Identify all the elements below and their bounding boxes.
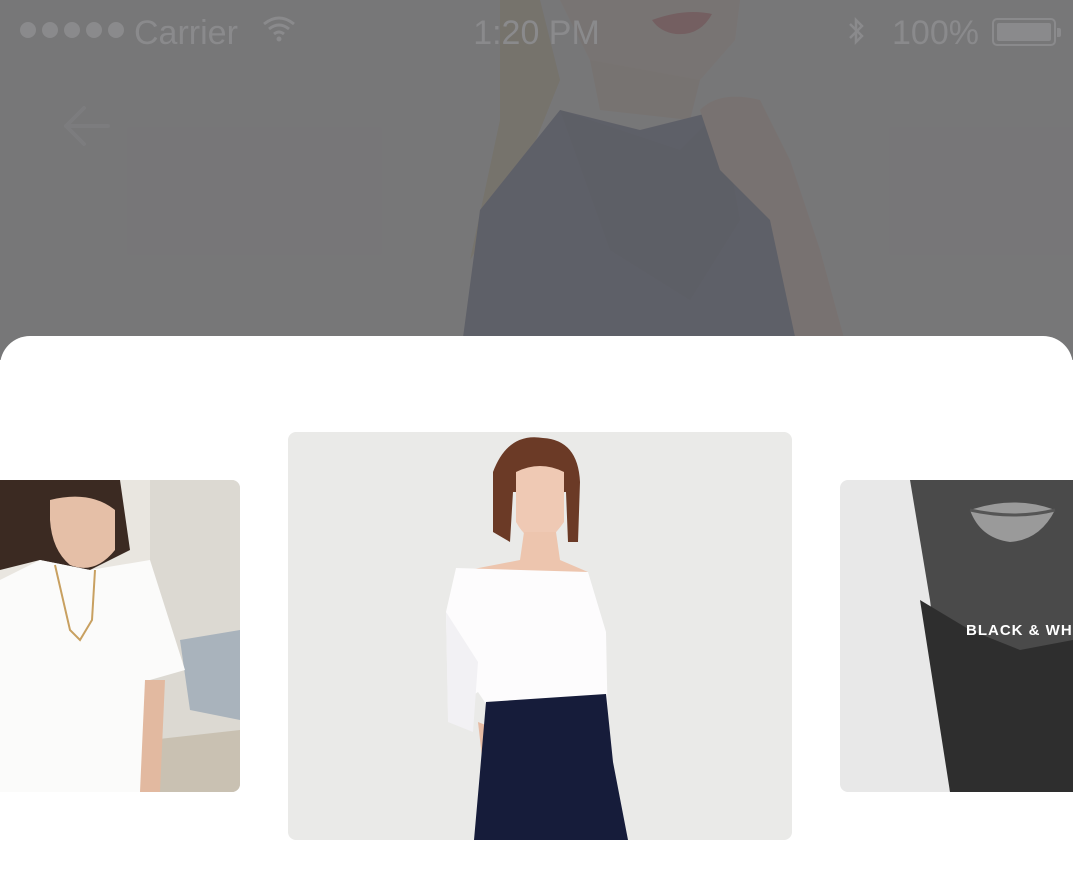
- product-image-off-shoulder-top: [288, 432, 792, 840]
- product-image-white-blouse: [0, 480, 240, 792]
- battery-percentage: 100%: [892, 14, 979, 52]
- back-button[interactable]: [56, 96, 116, 156]
- carousel-card-current[interactable]: [288, 432, 792, 840]
- bluetooth-icon: [846, 14, 866, 56]
- card-caption: BLACK & WHI: [966, 622, 1073, 639]
- bottom-sheet: BLACK & WHI: [0, 336, 1073, 876]
- carousel-card-previous[interactable]: [0, 480, 240, 792]
- arrow-left-icon: [64, 106, 110, 146]
- carousel-card-next[interactable]: BLACK & WHI: [840, 480, 1073, 792]
- battery-icon: [992, 18, 1061, 46]
- status-bar: Carrier 1:20 PM 100%: [0, 0, 1073, 64]
